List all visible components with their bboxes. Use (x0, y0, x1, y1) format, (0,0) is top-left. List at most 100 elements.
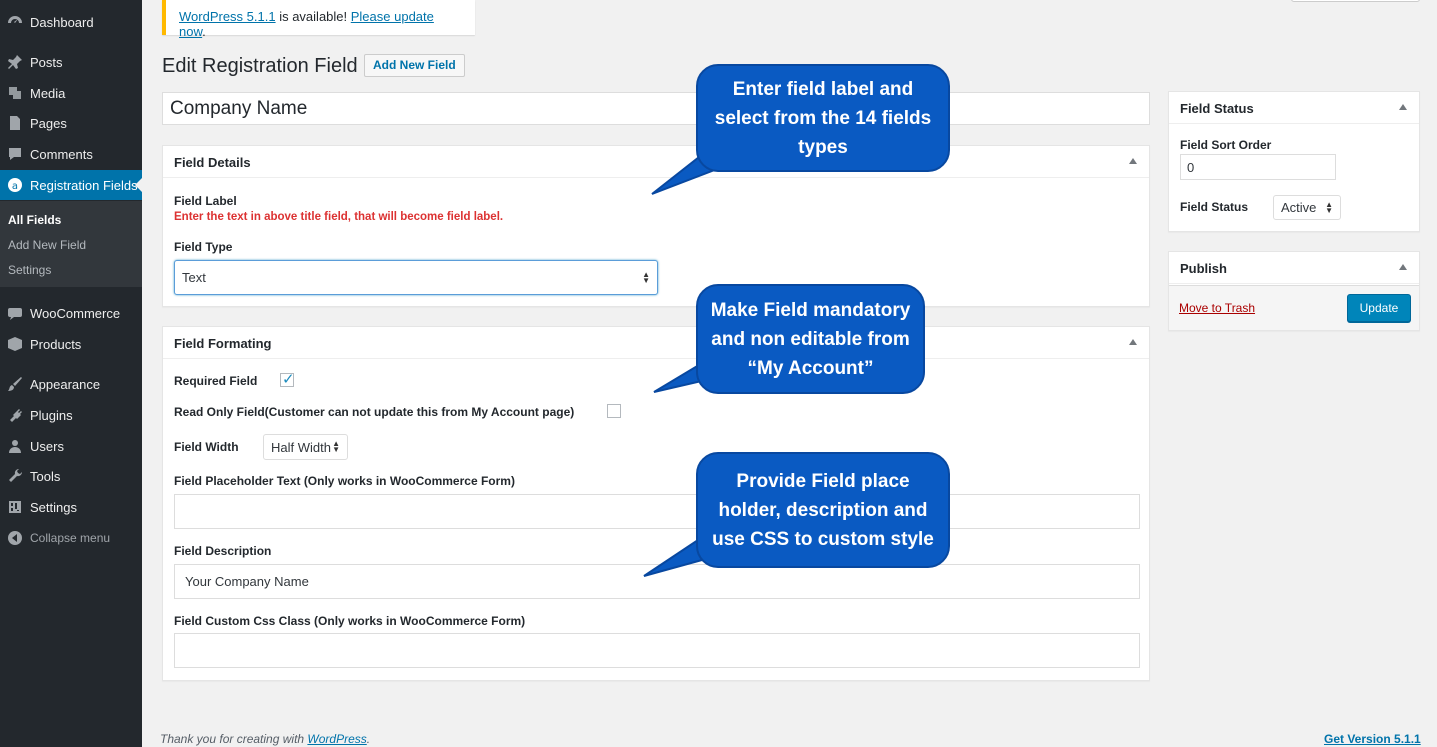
field-status-select[interactable]: Active ▲ ▼ (1273, 195, 1341, 220)
collapse-toggle-icon[interactable] (1129, 158, 1137, 164)
collapse-toggle-icon[interactable] (1129, 339, 1137, 345)
select-arrows-icon: ▲ ▼ (1325, 199, 1333, 215)
callout-1-line-1: Enter field label and (732, 78, 914, 100)
collapse-toggle-icon[interactable] (1399, 104, 1407, 110)
menu-item-comments[interactable]: Comments (0, 139, 142, 169)
registration-icon: a (0, 177, 30, 193)
menu-item-appearance[interactable]: Appearance (0, 369, 142, 399)
field-description-label: Field Description (174, 544, 272, 558)
required-field-checkbox[interactable]: ✓ (280, 371, 295, 388)
registration-submenu: All Fields Add New Field Settings (0, 201, 142, 287)
pin-icon (0, 54, 30, 70)
field-status-value: Active (1281, 200, 1317, 215)
publish-header[interactable]: Publish (1169, 252, 1419, 284)
select-arrows-icon: ▲ ▼ (642, 269, 650, 285)
field-width-label: Field Width (174, 440, 239, 454)
callout-2-line-2: and non editable from (711, 328, 910, 350)
field-label-title: Field Label (174, 194, 237, 208)
required-field-label: Required Field (174, 374, 258, 388)
menu-label: WooCommerce (30, 305, 121, 321)
wordpress-link[interactable]: WordPress (307, 732, 366, 746)
field-type-title: Field Type (174, 240, 233, 254)
menu-item-media[interactable]: Media (0, 78, 142, 108)
menu-label: Users (30, 438, 64, 454)
users-icon (0, 438, 30, 454)
callout-2-line-3: “My Account” (747, 357, 874, 379)
select-arrows-icon: ▲ ▼ (332, 439, 340, 454)
field-status-header[interactable]: Field Status (1169, 92, 1419, 124)
publish-box: Publish Move to Trash Update (1168, 251, 1420, 331)
callout-1-line-2: select from the 14 fields (714, 107, 932, 129)
update-button[interactable]: Update (1347, 294, 1411, 322)
add-new-field-button[interactable]: Add New Field (364, 54, 465, 77)
brush-icon (0, 376, 30, 392)
menu-item-dashboard[interactable]: Dashboard (0, 7, 142, 37)
woocommerce-icon (0, 305, 30, 321)
callout-placeholder-css: Provide Field place holder, description … (696, 452, 950, 568)
get-version-link[interactable]: Get Version 5.1.1 (1324, 732, 1421, 746)
menu-item-woocommerce[interactable]: WooCommerce (0, 298, 142, 328)
menu-item-plugins[interactable]: Plugins (0, 400, 142, 430)
page-title: Edit Registration Field (162, 55, 358, 77)
screen-options-tab[interactable] (1291, 0, 1420, 2)
field-formatting-heading: Field Formating (174, 336, 272, 351)
collapse-label: Collapse menu (30, 531, 111, 545)
notice-period: . (202, 24, 206, 39)
products-icon (0, 336, 30, 352)
menu-item-users[interactable]: Users (0, 431, 142, 461)
menu-item-pages[interactable]: Pages (0, 108, 142, 138)
field-status-heading: Field Status (1180, 101, 1254, 116)
menu-label: Appearance (30, 376, 101, 392)
svg-text:a: a (12, 181, 18, 192)
callout-1-line-3: types (798, 136, 848, 158)
placeholder-text-input[interactable] (174, 494, 1140, 529)
menu-item-settings[interactable]: Settings (0, 492, 142, 522)
menu-label: Comments (30, 146, 93, 162)
collapse-menu-button[interactable]: Collapse menu (0, 523, 142, 553)
sort-order-input[interactable]: 0 (1180, 154, 1336, 180)
callout-2-line-1: Make Field mandatory (710, 299, 911, 321)
field-status-box: Field Status Field Sort Order 0 Field St… (1168, 91, 1420, 232)
menu-item-tools[interactable]: Tools (0, 461, 142, 491)
move-to-trash-link[interactable]: Move to Trash (1179, 301, 1255, 315)
callout-3-line-1: Provide Field place (736, 470, 910, 492)
field-width-select[interactable]: Half Width ▲ ▼ (263, 434, 348, 460)
plugin-icon (0, 407, 30, 423)
menu-label: Products (30, 336, 82, 352)
notice-text: is available! (275, 9, 351, 24)
field-type-select[interactable]: Text ▲ ▼ (174, 260, 658, 295)
field-type-value: Text (182, 270, 206, 285)
submenu-add-new-field[interactable]: Add New Field (8, 238, 86, 252)
menu-label: Registration Fields (30, 177, 138, 193)
field-formatting-header[interactable]: Field Formating (163, 327, 1149, 359)
settings-icon (0, 499, 30, 515)
css-class-input[interactable] (174, 633, 1140, 668)
sort-order-label: Field Sort Order (1180, 138, 1272, 152)
read-only-field-checkbox[interactable] (607, 404, 621, 418)
field-title-input[interactable]: Company Name (162, 92, 1150, 125)
menu-label: Tools (30, 468, 61, 484)
update-notice: WordPress 5.1.1 is available! Please upd… (162, 0, 475, 39)
footer-period: . (366, 732, 371, 746)
menu-item-registration-fields[interactable]: a Registration Fields (0, 170, 142, 200)
menu-label: Plugins (30, 407, 73, 423)
wrench-icon (0, 468, 30, 484)
submenu-all-fields[interactable]: All Fields (8, 213, 61, 227)
menu-label: Media (30, 85, 66, 101)
media-icon (0, 85, 30, 101)
wordpress-version-link[interactable]: WordPress 5.1.1 (179, 9, 276, 24)
collapse-toggle-icon[interactable] (1399, 264, 1407, 270)
checkmark-icon: ✓ (282, 371, 295, 388)
callout-mandatory-readonly: Make Field mandatory and non editable fr… (696, 284, 925, 394)
menu-item-products[interactable]: Products (0, 329, 142, 359)
callout-3-line-3: use CSS to custom style (712, 528, 934, 550)
publish-heading: Publish (1180, 261, 1227, 276)
menu-label: Dashboard (30, 14, 94, 30)
submenu-settings[interactable]: Settings (8, 263, 51, 277)
field-details-heading: Field Details (174, 155, 251, 170)
menu-label: Settings (30, 499, 77, 515)
admin-sidebar: Dashboard Posts Media Pages Comments a R… (0, 0, 142, 747)
placeholder-text-label: Field Placeholder Text (Only works in Wo… (174, 474, 515, 488)
menu-item-posts[interactable]: Posts (0, 47, 142, 77)
collapse-arrow-icon (0, 530, 30, 546)
